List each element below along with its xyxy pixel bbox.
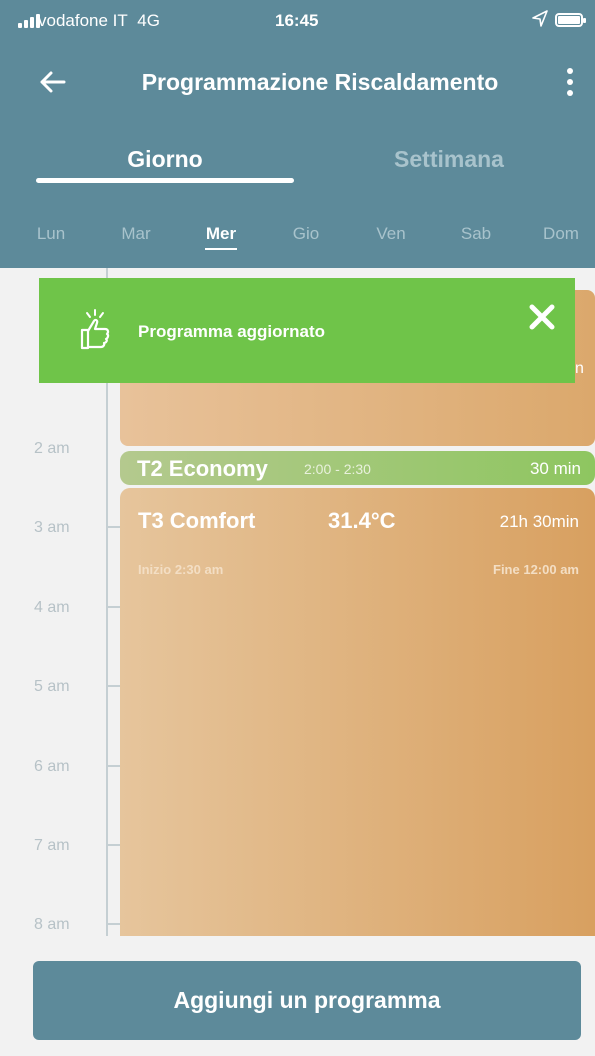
hour-label: 5 am [34, 678, 70, 695]
hour-label: 8 am [34, 916, 70, 933]
program-duration: 21h 30min [499, 512, 579, 531]
program-name: T2 Economy [137, 456, 268, 481]
hour-tick [106, 844, 120, 846]
add-program-button[interactable]: Aggiungi un programma [33, 961, 581, 1040]
program-time-range: 2:00 - 2:30 [304, 461, 371, 477]
close-toast-button[interactable] [527, 302, 557, 332]
hour-label: 3 am [34, 519, 70, 536]
hour-tick [106, 765, 120, 767]
program-duration: 30 min [529, 459, 581, 478]
day-ven[interactable]: Ven [361, 224, 421, 244]
hour-tick [106, 923, 120, 925]
program-block-comfort[interactable]: T3 Comfort 31.4°C 21h 30min Inizio 2:30 … [120, 488, 595, 936]
toast-message: Programma aggiornato [138, 322, 326, 341]
thumbs-up-icon [73, 308, 113, 352]
tab-giorno[interactable]: Giorno [36, 146, 294, 173]
hour-label: 7 am [34, 837, 70, 854]
program-block-economy[interactable]: T2 Economy 2:00 - 2:30 30 min [120, 451, 595, 485]
day-gio[interactable]: Gio [276, 224, 336, 244]
back-button[interactable] [34, 62, 74, 102]
status-time: 16:45 [275, 11, 319, 30]
program-name: T3 Comfort [138, 508, 256, 533]
program-start: Inizio 2:30 am [138, 562, 224, 577]
tab-active-indicator [36, 178, 294, 183]
status-bar: vodafone IT 4G 16:45 [0, 0, 595, 40]
location-icon [532, 10, 548, 33]
hour-tick [106, 526, 120, 528]
hour-label: 2 am [34, 440, 70, 457]
carrier-label: vodafone IT 4G [38, 11, 160, 30]
hour-label: 6 am [34, 758, 70, 775]
signal-icon [18, 14, 40, 28]
arrow-left-icon [40, 71, 66, 93]
day-selector: Lun Mar Mer Gio Ven Sab Dom [0, 224, 595, 252]
hour-label: 4 am [34, 599, 70, 616]
hour-tick [106, 685, 120, 687]
close-icon [529, 304, 555, 330]
day-sab[interactable]: Sab [446, 224, 506, 244]
day-mar[interactable]: Mar [106, 224, 166, 244]
hidden-block-text: n [575, 360, 584, 377]
more-vertical-icon [567, 68, 573, 74]
day-dom[interactable]: Dom [531, 224, 591, 244]
battery-icon [555, 13, 586, 27]
success-toast: Programma aggiornato [39, 278, 575, 383]
program-temperature: 31.4°C [328, 508, 396, 533]
day-mer[interactable]: Mer [191, 224, 251, 250]
hour-tick [106, 606, 120, 608]
more-menu-button[interactable] [555, 64, 585, 100]
tab-settimana[interactable]: Settimana [320, 146, 578, 173]
page-title: Programmazione Riscaldamento [141, 69, 499, 95]
day-lun[interactable]: Lun [21, 224, 81, 244]
app-header: vodafone IT 4G 16:45 Programmazione Risc… [0, 0, 595, 268]
program-end: Fine 12:00 am [493, 562, 579, 577]
